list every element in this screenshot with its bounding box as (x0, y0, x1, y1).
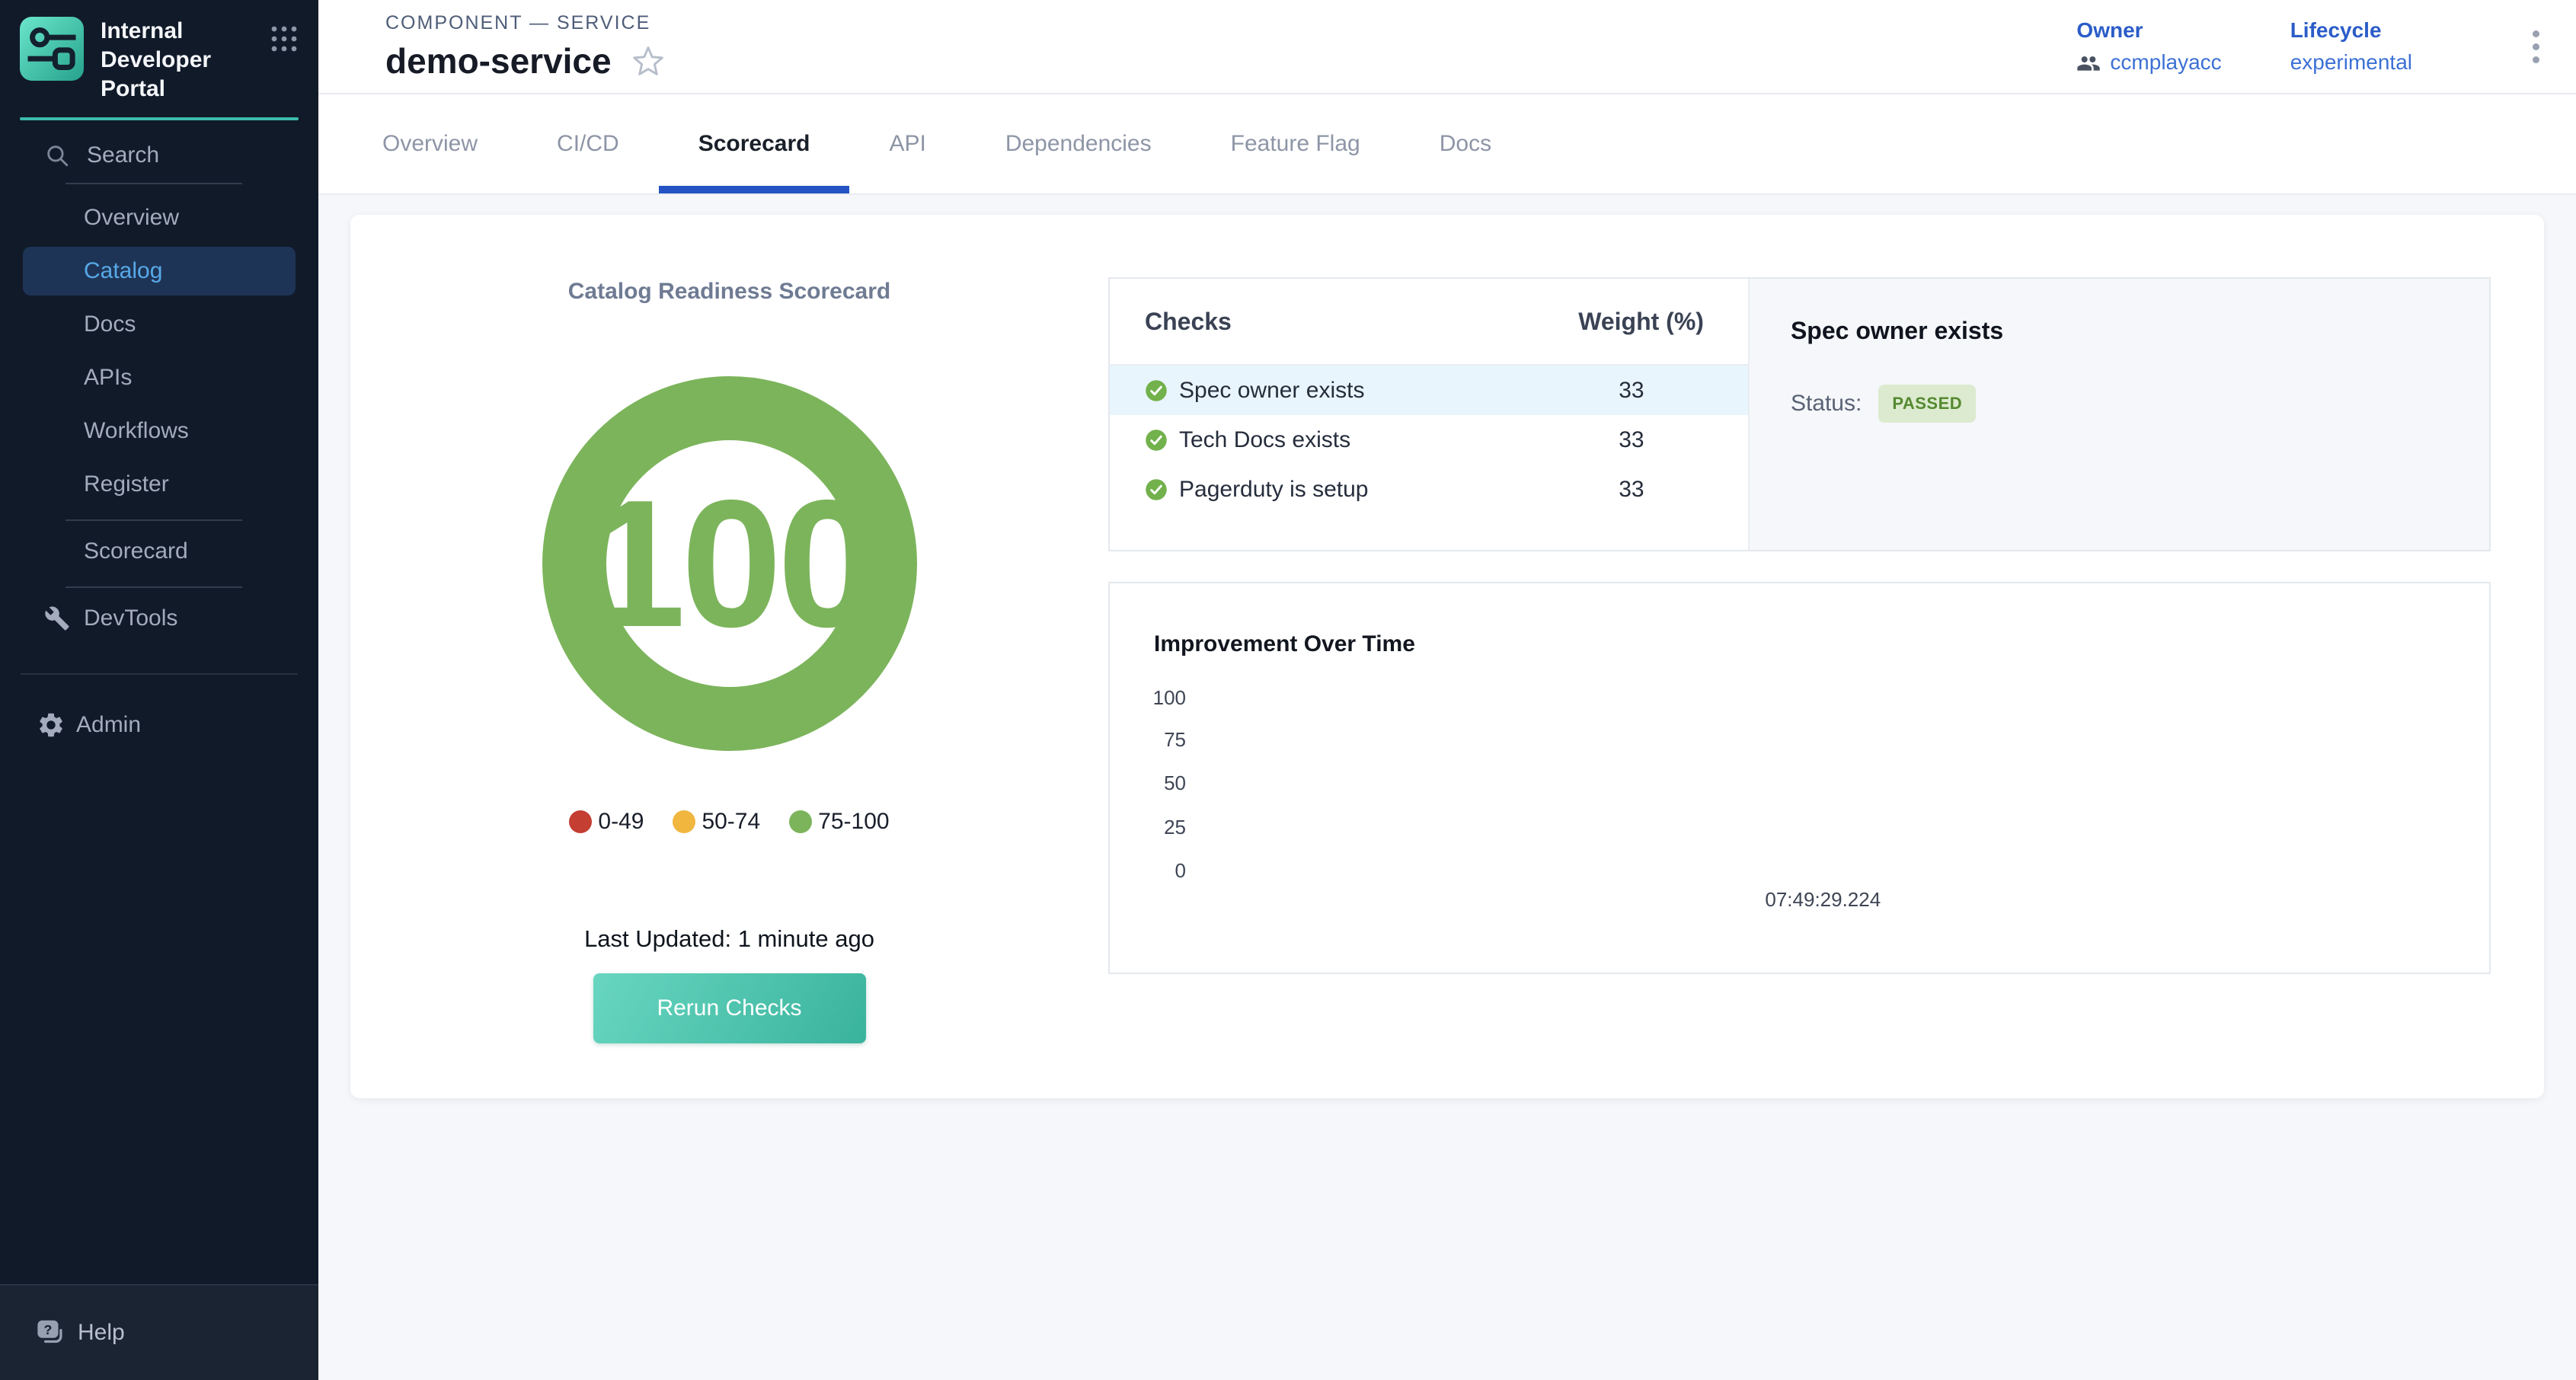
checks-header-label: Checks (1145, 308, 1232, 336)
improvement-chart: Improvement Over Time 100 75 50 25 0 07:… (1108, 582, 2491, 974)
owner-label: Owner (2076, 18, 2221, 43)
sidebar-item-workflows[interactable]: Workflows (23, 407, 296, 455)
help-label: Help (78, 1320, 125, 1346)
check-weight: 33 (1559, 378, 1704, 404)
score-legend: 0-49 50-74 75-100 (569, 809, 889, 835)
legend-item-amber: 50-74 (673, 809, 760, 835)
breadcrumb: COMPONENT — SERVICE (385, 12, 665, 34)
owner-block: Owner ccmplayacc (2076, 18, 2221, 75)
sidebar-spacer (0, 752, 318, 1284)
sidebar: Internal Developer Portal Search Overvie… (0, 0, 318, 1380)
legend-dot-green (789, 810, 812, 833)
sidebar-search[interactable]: Search (0, 134, 318, 177)
rerun-checks-button[interactable]: Rerun Checks (593, 973, 866, 1043)
checks-table: Checks Weight (%) Spec owner exists 33 (1110, 279, 1748, 550)
entity-header: COMPONENT — SERVICE demo-service Owner (318, 0, 2576, 94)
people-icon (2076, 53, 2101, 72)
check-row-tech-docs[interactable]: Tech Docs exists 33 (1110, 415, 1748, 465)
divider (66, 519, 242, 521)
owner-link[interactable]: ccmplayacc (2076, 50, 2221, 75)
entity-meta: Owner ccmplayacc Lifecycle experimental (2076, 18, 2544, 75)
checks-table-header: Checks Weight (%) (1110, 279, 1748, 366)
tab-docs[interactable]: Docs (1400, 94, 1531, 193)
check-row-pagerduty[interactable]: Pagerduty is setup 33 (1110, 465, 1748, 514)
check-weight: 33 (1559, 477, 1704, 503)
legend-dot-red (569, 810, 592, 833)
y-axis-tick: 25 (1110, 815, 1186, 839)
checks-column: Checks Weight (%) Spec owner exists 33 (1108, 215, 2544, 1098)
sidebar-item-apis[interactable]: APIs (23, 353, 296, 402)
portal-logo-icon (20, 17, 84, 81)
sidebar-item-overview[interactable]: Overview (23, 193, 296, 242)
help-bubble-icon: ? (37, 1319, 66, 1346)
y-axis-tick: 0 (1110, 858, 1186, 883)
y-axis-tick: 50 (1110, 771, 1186, 795)
score-column: Catalog Readiness Scorecard 100 0-49 50-… (350, 215, 1108, 1098)
brand-title: Internal Developer Portal (101, 17, 260, 104)
apps-grid-icon[interactable] (270, 24, 299, 53)
divider (66, 183, 242, 184)
tab-overview[interactable]: Overview (343, 94, 517, 193)
sidebar-item-docs[interactable]: Docs (23, 300, 296, 349)
kebab-menu-icon[interactable] (2528, 26, 2544, 68)
chart-title: Improvement Over Time (1154, 631, 1415, 658)
lifecycle-value: experimental (2290, 50, 2412, 75)
status-label: Status: (1791, 391, 1862, 417)
check-detail-panel: Spec owner exists Status: PASSED (1748, 279, 2489, 550)
check-row-spec-owner[interactable]: Spec owner exists 33 (1110, 366, 1748, 415)
owner-value: ccmplayacc (2110, 50, 2221, 75)
search-label: Search (87, 142, 159, 168)
sidebar-nav: Overview Catalog Docs APIs Workflows Reg… (0, 193, 318, 513)
x-axis-tick: 07:49:29.224 (1765, 888, 1881, 912)
svg-text:?: ? (44, 1322, 53, 1337)
entity-tabs: Overview CI/CD Scorecard API Dependencie… (318, 94, 2576, 195)
star-icon[interactable] (631, 44, 665, 78)
checks-panel: Checks Weight (%) Spec owner exists 33 (1108, 277, 2491, 551)
search-icon (44, 142, 70, 168)
page-title: demo-service (385, 40, 612, 81)
divider (21, 673, 298, 675)
check-circle-icon (1145, 379, 1168, 402)
tab-dependencies[interactable]: Dependencies (966, 94, 1191, 193)
weight-header-label: Weight (%) (1578, 308, 1704, 336)
legend-item-red: 0-49 (569, 809, 644, 835)
tab-cicd[interactable]: CI/CD (517, 94, 659, 193)
sidebar-item-help[interactable]: ? Help (0, 1284, 318, 1380)
sidebar-item-catalog[interactable]: Catalog (23, 247, 296, 295)
y-axis-tick: 100 (1110, 685, 1186, 710)
scorecard-card: Catalog Readiness Scorecard 100 0-49 50-… (350, 215, 2544, 1098)
status-badge: PASSED (1878, 385, 1976, 423)
check-circle-icon (1145, 478, 1168, 501)
lifecycle-block: Lifecycle experimental (2290, 18, 2412, 75)
admin-label: Admin (76, 712, 141, 738)
devtools-label: DevTools (84, 605, 177, 631)
scorecard-title: Catalog Readiness Scorecard (568, 277, 891, 306)
lifecycle-label: Lifecycle (2290, 18, 2412, 43)
content-area: Catalog Readiness Scorecard 100 0-49 50-… (318, 195, 2576, 1380)
wrench-icon (44, 605, 70, 631)
sidebar-item-devtools[interactable]: DevTools (0, 594, 318, 643)
entity-title-block: COMPONENT — SERVICE demo-service (385, 12, 665, 81)
brand-accent-rule (20, 117, 299, 120)
sidebar-item-register[interactable]: Register (23, 460, 296, 509)
divider (66, 586, 242, 588)
check-detail-title: Spec owner exists (1791, 317, 2448, 345)
brand: Internal Developer Portal (0, 0, 318, 104)
score-gauge: 100 (539, 373, 920, 754)
legend-item-green: 75-100 (789, 809, 889, 835)
check-circle-icon (1145, 429, 1168, 452)
check-weight: 33 (1559, 427, 1704, 453)
y-axis-tick: 75 (1110, 727, 1186, 752)
sidebar-item-admin[interactable]: Admin (0, 698, 318, 752)
gear-icon (37, 711, 66, 740)
tab-api[interactable]: API (849, 94, 965, 193)
tab-scorecard[interactable]: Scorecard (659, 94, 850, 193)
score-value: 100 (539, 373, 920, 754)
last-updated-text: Last Updated: 1 minute ago (584, 925, 874, 954)
legend-dot-amber (673, 810, 695, 833)
sidebar-item-scorecard[interactable]: Scorecard (23, 527, 296, 576)
main-area: COMPONENT — SERVICE demo-service Owner (318, 0, 2576, 1380)
tab-feature-flag[interactable]: Feature Flag (1191, 94, 1400, 193)
